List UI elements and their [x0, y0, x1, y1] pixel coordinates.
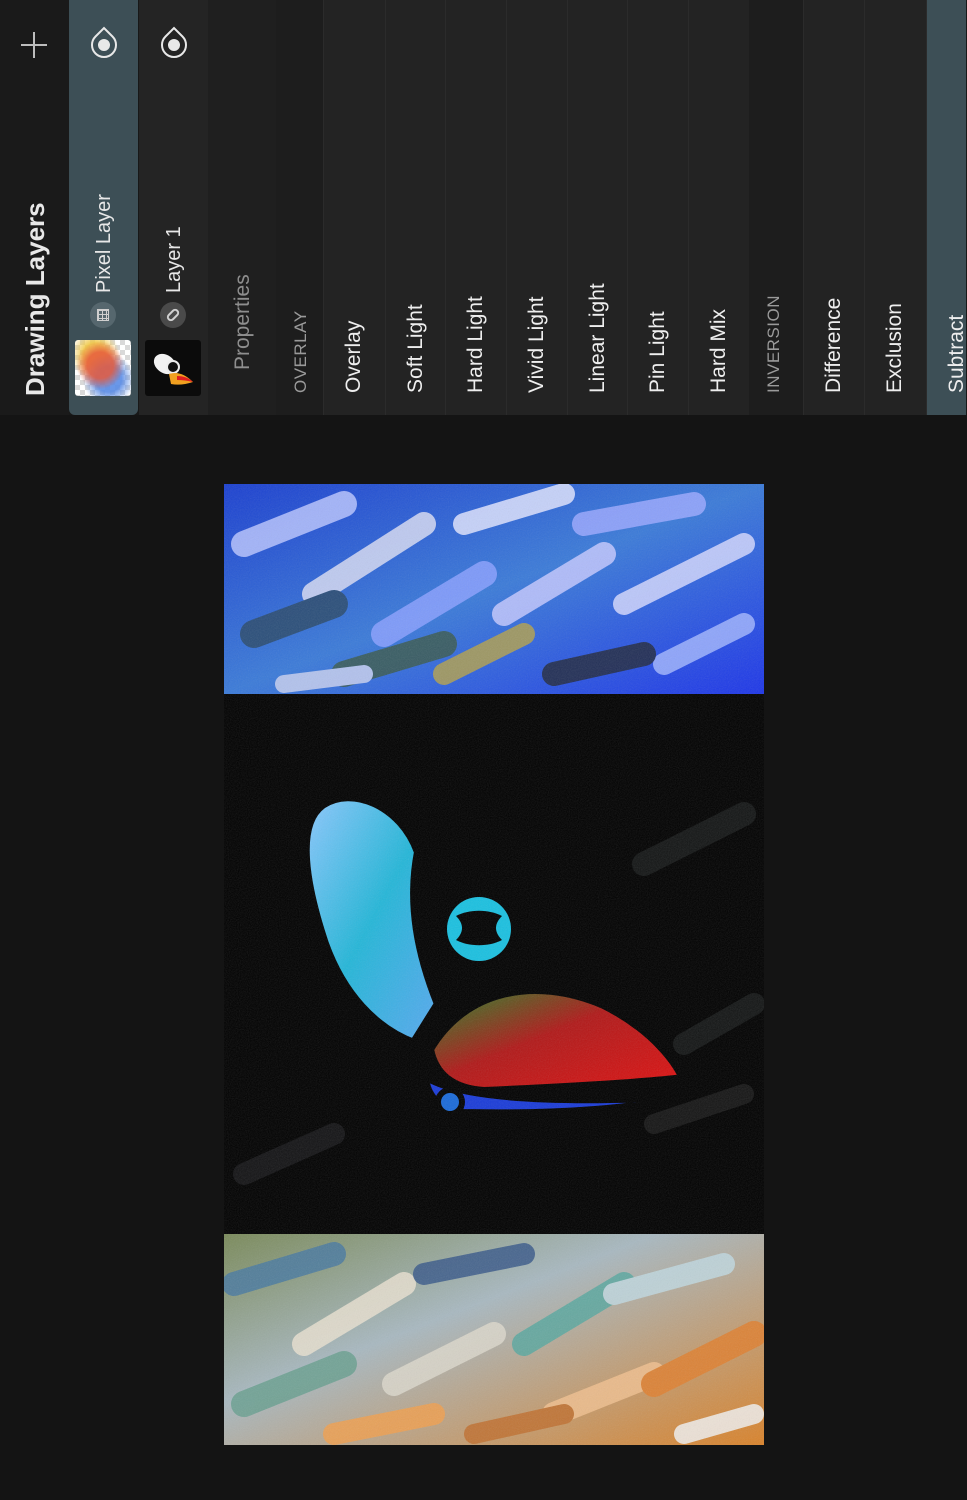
- blend-mode-overlay[interactable]: Overlay: [323, 0, 385, 415]
- layer-name: Pixel Layer: [93, 194, 115, 293]
- blend-mode-difference[interactable]: Difference: [803, 0, 864, 415]
- layer-row-pixel-layer[interactable]: Pixel Layer: [69, 0, 138, 415]
- section-header-overlay: OVERLAY: [276, 0, 323, 415]
- blend-mode-label: Subtract: [945, 314, 967, 393]
- blend-mode-label: Soft Light: [404, 304, 427, 393]
- blend-mode-exclusion[interactable]: Exclusion: [864, 0, 926, 415]
- layer-thumbnail: [75, 340, 131, 396]
- layer-thumbnail: [145, 340, 201, 396]
- layers-panel: Drawing Layers Pixel Layer Layer 1 Prope…: [0, 0, 967, 415]
- blend-mode-linear-light[interactable]: Linear Light: [567, 0, 627, 415]
- blend-mode-label: Hard Light: [464, 296, 487, 393]
- link-icon: [160, 302, 186, 328]
- blend-mode-pin-light[interactable]: Pin Light: [627, 0, 688, 415]
- section-header-inversion: INVERSION: [749, 0, 803, 415]
- blend-mode-soft-light[interactable]: Soft Light: [385, 0, 445, 415]
- layer-name: Layer 1: [163, 226, 185, 293]
- section-label: OVERLAY: [291, 310, 310, 393]
- blend-mode-label: Difference: [822, 297, 845, 393]
- drawing-canvas[interactable]: [224, 484, 764, 1445]
- eye-icon[interactable]: [85, 26, 123, 64]
- panel-title: Drawing Layers: [20, 202, 50, 396]
- eye-icon[interactable]: [155, 26, 193, 64]
- blend-mode-label: Linear Light: [586, 283, 609, 393]
- blend-mode-label: Pin Light: [646, 311, 669, 393]
- blend-mode-label: Hard Mix: [707, 308, 730, 393]
- panel-header: Drawing Layers: [0, 0, 69, 415]
- properties-label: Properties: [231, 274, 254, 370]
- blend-mode-hard-mix[interactable]: Hard Mix: [688, 0, 749, 415]
- blend-mode-subtract[interactable]: Subtract: [926, 0, 967, 415]
- blend-mode-label: Vivid Light: [525, 296, 548, 393]
- blend-mode-label: Exclusion: [883, 303, 906, 393]
- pixel-grid-icon: [90, 302, 116, 328]
- section-label: INVERSION: [764, 294, 783, 393]
- plus-icon[interactable]: [17, 28, 51, 62]
- blend-mode-label: Overlay: [342, 320, 365, 393]
- layer-row-layer-1[interactable]: Layer 1: [139, 0, 208, 415]
- blend-mode-hard-light[interactable]: Hard Light: [445, 0, 506, 415]
- blend-mode-vivid-light[interactable]: Vivid Light: [506, 0, 567, 415]
